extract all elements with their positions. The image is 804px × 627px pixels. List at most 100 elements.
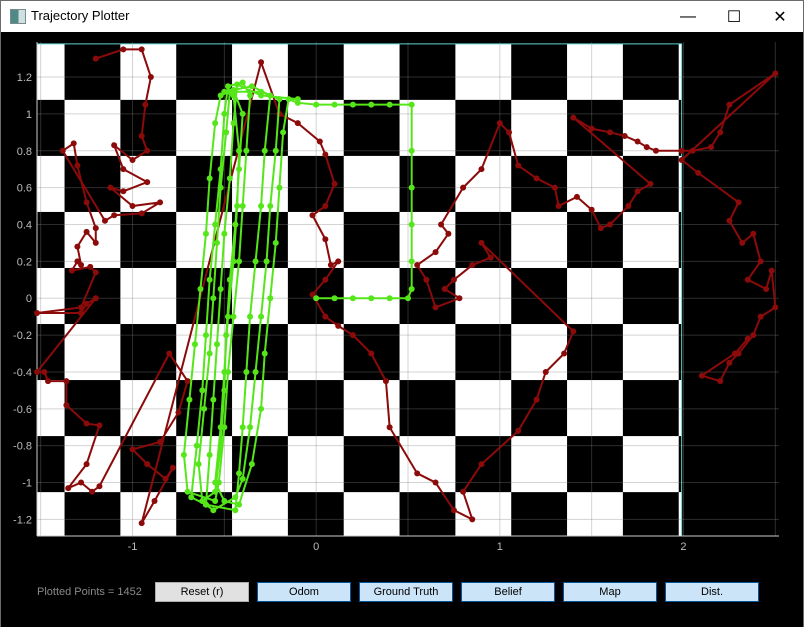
plotted-points-label: Plotted Points = 1452: [37, 586, 142, 598]
belief-point: [74, 162, 81, 169]
odom-point: [221, 387, 228, 394]
belief-point: [157, 438, 164, 445]
belief-point: [573, 193, 580, 200]
odom-point: [234, 203, 241, 210]
belief-point: [68, 267, 75, 274]
belief-point: [157, 199, 164, 206]
close-button[interactable]: ✕: [757, 1, 803, 32]
board-square-white: [567, 267, 623, 325]
belief-point: [138, 133, 145, 140]
board-square-white: [455, 380, 512, 437]
app-window: Trajectory Plotter — ☐ ✕ -1 0 1 2 -1.2 -1 -0.8…: [0, 0, 804, 627]
belief-point: [739, 239, 746, 246]
belief-point: [111, 142, 118, 149]
odom-point: [206, 350, 213, 357]
belief-point: [607, 221, 614, 228]
belief-point: [607, 129, 614, 136]
odom-point: [239, 79, 246, 86]
belief-point: [138, 210, 145, 217]
odom-point: [184, 488, 191, 495]
belief-point: [726, 359, 733, 366]
odom-point: [247, 92, 254, 99]
odom-point: [239, 424, 246, 431]
belief-point: [107, 184, 114, 191]
odom-point: [408, 101, 415, 108]
odom-point: [225, 83, 232, 90]
checkerboard-map: [37, 43, 682, 536]
ground-truth-toggle[interactable]: Ground Truth: [359, 582, 453, 602]
belief-point: [184, 378, 191, 385]
belief-toggle[interactable]: Belief: [461, 582, 555, 602]
belief-point: [698, 372, 705, 379]
belief-point: [561, 350, 568, 357]
belief-point: [438, 221, 445, 228]
odom-point: [276, 184, 283, 191]
belief-point: [309, 212, 316, 219]
belief-point: [78, 479, 85, 486]
belief-point: [588, 125, 595, 132]
app-icon: [10, 9, 26, 24]
belief-point: [496, 120, 503, 127]
odom-point: [226, 276, 233, 283]
belief-point: [78, 309, 85, 316]
odom-point: [408, 286, 415, 292]
belief-point: [460, 184, 467, 191]
belief-point: [59, 147, 66, 154]
odom-point: [213, 341, 220, 348]
belief-point: [763, 286, 770, 292]
belief-point: [570, 114, 577, 121]
odom-point: [230, 258, 237, 265]
belief-point: [570, 328, 577, 335]
odom-point: [225, 313, 232, 320]
belief-point: [445, 230, 452, 237]
odom-point: [313, 295, 320, 302]
odom-point: [223, 332, 230, 339]
odom-point: [386, 295, 393, 302]
belief-point: [101, 217, 108, 224]
board-square-white: [511, 211, 568, 268]
belief-point: [555, 203, 562, 210]
trajectory-plot[interactable]: -1 0 1 2 -1.2 -1 -0.8 -0.6 -0.4 -0.2 0 0.2 0.4 0.6 0.8…: [1, 31, 803, 561]
belief-point: [414, 262, 421, 269]
reset-button[interactable]: Reset (r): [155, 582, 249, 602]
odom-point: [261, 350, 268, 357]
odom-point: [212, 120, 219, 127]
belief-point: [515, 162, 522, 169]
belief-point: [142, 101, 149, 108]
belief-point: [768, 267, 775, 274]
odom-point: [232, 221, 239, 228]
board-square-white: [455, 43, 512, 100]
odom-point: [252, 368, 259, 375]
belief-point: [138, 46, 145, 53]
belief-point: [92, 239, 99, 246]
odom-point: [272, 147, 279, 154]
belief-point: [506, 129, 513, 136]
belief-point: [432, 249, 439, 256]
odom-point: [239, 203, 246, 210]
belief-point: [83, 228, 90, 235]
y-tick-label: -0.6: [13, 404, 32, 416]
belief-point: [717, 129, 724, 136]
belief-point: [45, 378, 52, 385]
y-tick-label: 0: [26, 293, 32, 305]
close-icon: ✕: [773, 8, 787, 26]
odom-point: [186, 396, 193, 403]
belief-point: [335, 258, 342, 265]
belief-point: [327, 262, 334, 269]
belief-point: [689, 147, 696, 154]
belief-point: [757, 258, 764, 265]
maximize-button[interactable]: ☐: [711, 1, 757, 32]
odom-point: [258, 203, 265, 210]
belief-point: [772, 304, 779, 311]
belief-point: [588, 206, 595, 213]
belief-point: [74, 243, 81, 250]
dist-toggle[interactable]: Dist.: [665, 582, 759, 602]
y-tick-label: -1: [22, 478, 32, 490]
odom-point: [201, 405, 208, 412]
minimize-button[interactable]: —: [665, 1, 711, 32]
belief-point: [120, 46, 127, 53]
map-toggle[interactable]: Map: [563, 582, 657, 602]
odom-toggle[interactable]: Odom: [257, 582, 351, 602]
belief-point: [111, 212, 118, 219]
belief-point: [144, 147, 151, 154]
